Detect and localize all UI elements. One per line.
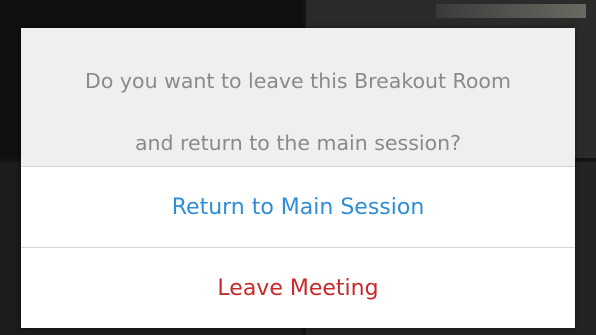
leave-breakout-room-dialog: Do you want to leave this Breakout Room … — [21, 28, 575, 328]
dialog-message: Do you want to leave this Breakout Room … — [38, 35, 558, 159]
dialog-message-line-1: Do you want to leave this Breakout Room — [85, 69, 511, 93]
dialog-message-area: Do you want to leave this Breakout Room … — [21, 28, 575, 167]
leave-meeting-button[interactable]: Leave Meeting — [21, 247, 575, 328]
dialog-message-line-2: and return to the main session? — [134, 131, 462, 155]
return-to-main-session-button[interactable]: Return to Main Session — [21, 167, 575, 247]
